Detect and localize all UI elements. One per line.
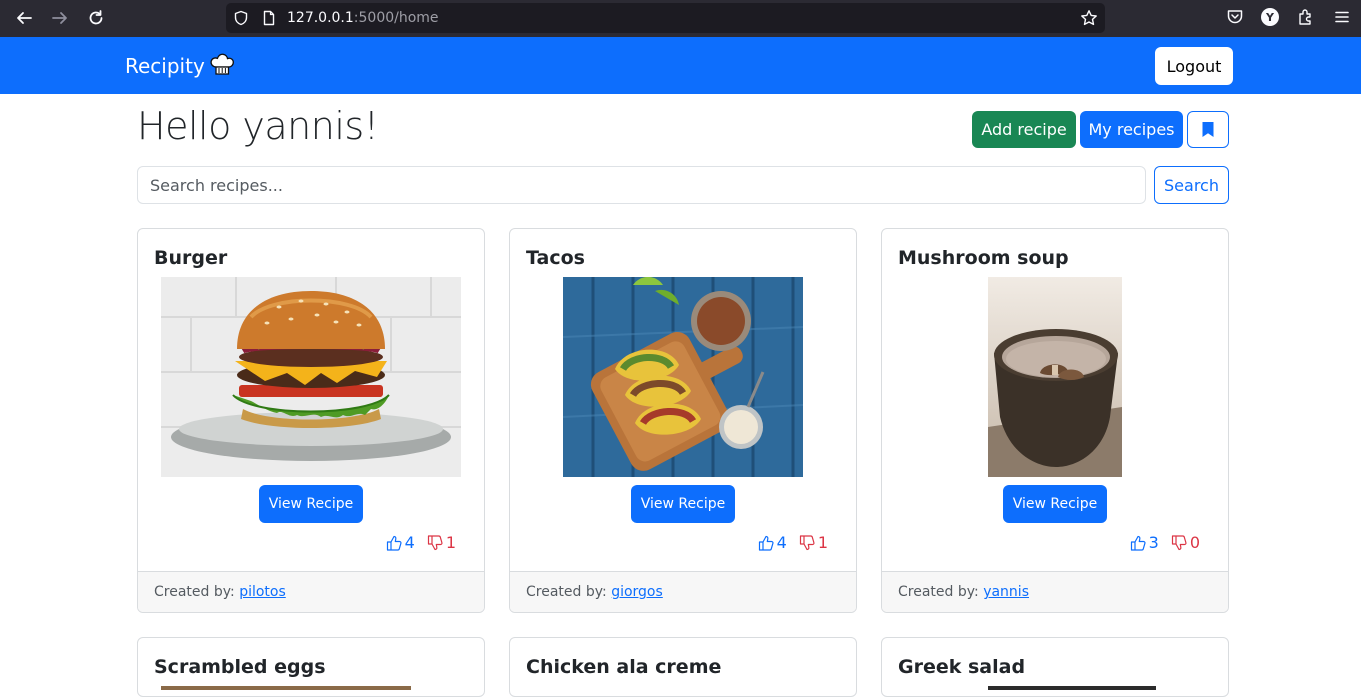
recipe-image [988, 686, 1156, 690]
like-button[interactable]: 3 [1130, 533, 1159, 552]
my-recipes-button[interactable]: My recipes [1080, 111, 1183, 148]
thumbs-down-icon [799, 534, 815, 550]
thumbs-up-icon [1130, 535, 1146, 551]
bookmark-star-icon[interactable] [1080, 9, 1098, 27]
vote-counts: 4 1 [386, 533, 456, 552]
url-path: :5000/home [353, 10, 439, 26]
shield-icon[interactable] [233, 10, 249, 26]
vote-counts: 4 1 [758, 533, 828, 552]
extensions-icon[interactable] [1297, 8, 1315, 26]
thumbs-up-icon [758, 535, 774, 551]
view-recipe-button[interactable]: View Recipe [1003, 485, 1107, 523]
thumbs-down-icon [1171, 534, 1187, 550]
recipe-card: Chicken ala creme [509, 637, 857, 697]
like-button[interactable]: 4 [758, 533, 787, 552]
recipe-title: Chicken ala creme [526, 656, 722, 678]
recipe-title: Burger [154, 247, 228, 269]
dislike-count: 0 [1189, 533, 1200, 552]
back-icon[interactable] [12, 6, 36, 30]
created-by-label: Created by: [898, 584, 979, 600]
recipe-card: Greek salad [881, 637, 1229, 697]
recipe-image [563, 277, 803, 477]
browser-toolbar: 127.0.0.1:5000/home Y [0, 0, 1361, 37]
created-by-label: Created by: [154, 584, 235, 600]
like-count: 4 [404, 533, 415, 552]
view-recipe-button[interactable]: View Recipe [631, 485, 735, 523]
card-footer: Created by: pilotos [138, 571, 484, 612]
recipe-image [988, 277, 1122, 477]
url-bar[interactable]: 127.0.0.1:5000/home [226, 3, 1105, 33]
recipe-card: Mushroom soup View Recipe 3 0 Created by… [881, 228, 1229, 613]
search-button[interactable]: Search [1154, 166, 1229, 204]
thumbs-up-icon [386, 535, 402, 551]
created-by-label: Created by: [526, 584, 607, 600]
like-count: 3 [1148, 533, 1159, 552]
recipe-image [161, 277, 461, 477]
url-text[interactable]: 127.0.0.1:5000/home [287, 10, 439, 26]
saved-recipes-button[interactable] [1187, 111, 1229, 148]
bookmark-icon [1202, 122, 1214, 137]
profile-avatar[interactable]: Y [1261, 8, 1279, 26]
view-recipe-button[interactable]: View Recipe [259, 485, 363, 523]
author-link[interactable]: pilotos [239, 584, 286, 600]
chef-hat-icon [210, 53, 234, 75]
pocket-icon[interactable] [1226, 8, 1244, 26]
logout-button[interactable]: Logout [1155, 47, 1233, 85]
dislike-button[interactable]: 0 [1171, 533, 1200, 552]
card-footer: Created by: yannis [882, 571, 1228, 612]
app-navbar: Recipity Logout [0, 37, 1361, 94]
recipe-title: Scrambled eggs [154, 656, 326, 678]
recipe-card: Burger View Recipe 4 1 Created by: pilot… [137, 228, 485, 613]
card-footer: Created by: giorgos [510, 571, 856, 612]
dislike-count: 1 [445, 533, 456, 552]
recipe-card: Tacos View Recipe 4 1 Created by: giorgo… [509, 228, 857, 613]
recipe-title: Greek salad [898, 656, 1026, 678]
recipe-card: Scrambled eggs [137, 637, 485, 697]
menu-icon[interactable] [1333, 8, 1351, 26]
author-link[interactable]: giorgos [611, 584, 663, 600]
forward-icon[interactable] [48, 6, 72, 30]
reload-icon[interactable] [84, 6, 108, 30]
recipe-title: Tacos [526, 247, 585, 269]
url-host: 127.0.0.1 [287, 10, 354, 26]
recipe-title: Mushroom soup [898, 247, 1069, 269]
thumbs-down-icon [427, 534, 443, 550]
search-input[interactable] [137, 166, 1146, 204]
brand-name: Recipity [125, 54, 205, 78]
dislike-button[interactable]: 1 [427, 533, 456, 552]
page-title: Hello yannis! [137, 104, 379, 148]
dislike-button[interactable]: 1 [799, 533, 828, 552]
recipe-image [161, 686, 411, 690]
page-icon[interactable] [261, 10, 277, 26]
author-link[interactable]: yannis [983, 584, 1029, 600]
like-count: 4 [776, 533, 787, 552]
brand-link[interactable]: Recipity [125, 53, 236, 78]
vote-counts: 3 0 [1130, 533, 1200, 552]
dislike-count: 1 [817, 533, 828, 552]
add-recipe-button[interactable]: Add recipe [972, 111, 1076, 148]
like-button[interactable]: 4 [386, 533, 415, 552]
